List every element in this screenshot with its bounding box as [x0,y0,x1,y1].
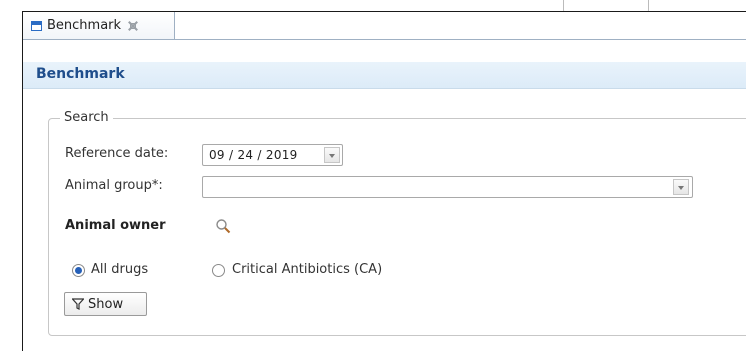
window-icon [31,20,42,31]
filter-icon [72,298,84,310]
chevron-down-icon[interactable] [673,179,689,195]
tab-label: Benchmark [47,18,122,33]
radio-all-drugs[interactable] [72,264,85,277]
radio-critical-antibiotics[interactable] [212,264,225,277]
panel-header: Benchmark [23,62,746,89]
search-icon[interactable] [215,218,231,234]
tab-strip: Benchmark [23,12,746,40]
animal-owner-label: Animal owner [65,218,166,233]
radio-critical-antibiotics-label: Critical Antibiotics (CA) [232,262,383,277]
close-icon[interactable] [127,20,139,32]
animal-group-label: Animal group*: [65,178,163,193]
reference-date-value: 09 / 24 / 2019 [209,148,298,162]
reference-date-label: Reference date: [65,146,169,161]
chevron-down-icon[interactable] [324,147,340,163]
tab-benchmark[interactable]: Benchmark [23,12,175,39]
top-bar [0,0,746,13]
reference-date-input[interactable]: 09 / 24 / 2019 [202,144,343,166]
page-title: Benchmark [36,66,125,82]
show-button-label: Show [88,296,124,312]
search-legend: Search [60,110,113,125]
radio-all-drugs-label: All drugs [91,262,149,277]
show-button[interactable]: Show [64,292,147,316]
animal-group-select[interactable] [202,176,693,198]
